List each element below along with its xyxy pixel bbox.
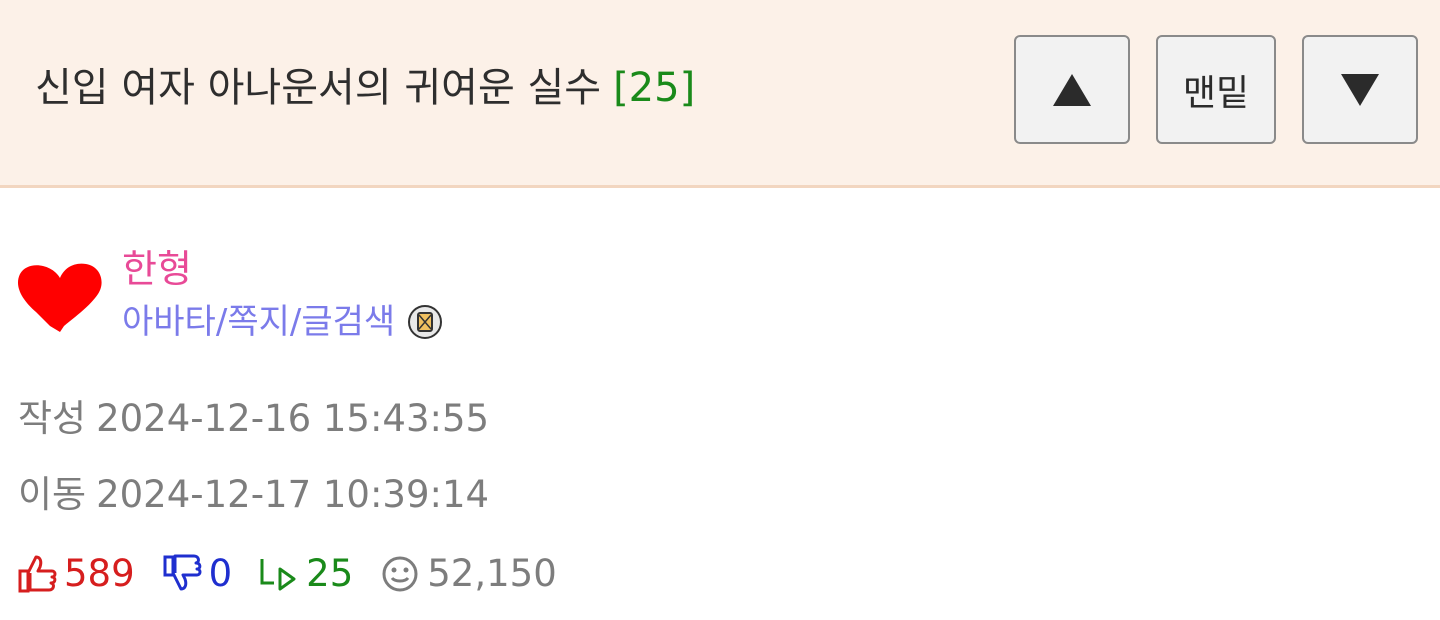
post-stats: 589 0 25 52,150	[16, 545, 583, 601]
triangle-down-icon	[1341, 73, 1379, 106]
scroll-up-button[interactable]	[1014, 35, 1130, 144]
written-label: 작성	[18, 397, 87, 440]
thumbs-down-icon	[163, 554, 202, 591]
search-posts-link[interactable]: 글검색	[301, 298, 395, 346]
dislike-stat[interactable]: 0	[161, 551, 233, 595]
triangle-up-icon	[1053, 73, 1091, 106]
scroll-down-button[interactable]	[1302, 35, 1418, 144]
message-link[interactable]: 쪽지	[227, 298, 290, 346]
post-header: 신입 여자 아나운서의 귀여운 실수 [25] 맨밑	[0, 0, 1440, 188]
moved-label: 이동	[18, 473, 87, 516]
link-separator: /	[289, 302, 302, 342]
reply-arrow-icon	[260, 559, 296, 591]
author-name[interactable]: 한형	[122, 244, 192, 294]
thumbs-up-icon	[18, 555, 57, 593]
link-separator: /	[215, 302, 228, 342]
reply-stat[interactable]: 25	[258, 552, 353, 595]
moved-timestamp: 2024-12-17 10:39:14	[96, 473, 490, 516]
like-count: 589	[64, 551, 135, 595]
avatar-link[interactable]: 아바타	[122, 298, 216, 346]
post-title[interactable]: 신입 여자 아나운서의 귀여운 실수 [25]	[35, 60, 695, 116]
reply-count: 25	[306, 551, 354, 595]
smiley-view-icon	[382, 556, 418, 592]
author-links: 아바타 / 쪽지 / 글검색	[122, 298, 443, 346]
view-count: 52,150	[427, 551, 557, 595]
letter-badge-icon[interactable]	[407, 304, 443, 340]
comment-count[interactable]: [25]	[613, 65, 695, 111]
heart-icon[interactable]	[16, 260, 104, 336]
written-timestamp: 2024-12-16 15:43:55	[96, 397, 490, 440]
dislike-count: 0	[208, 551, 233, 595]
view-stat: 52,150	[379, 551, 557, 595]
scroll-bottom-button[interactable]: 맨밑	[1156, 35, 1276, 144]
written-time: 작성 2024-12-16 15:43:55	[18, 394, 489, 444]
post-title-text: 신입 여자 아나운서의 귀여운 실수	[35, 65, 602, 111]
moved-time: 이동 2024-12-17 10:39:14	[18, 470, 489, 520]
like-stat[interactable]: 589	[16, 552, 135, 595]
